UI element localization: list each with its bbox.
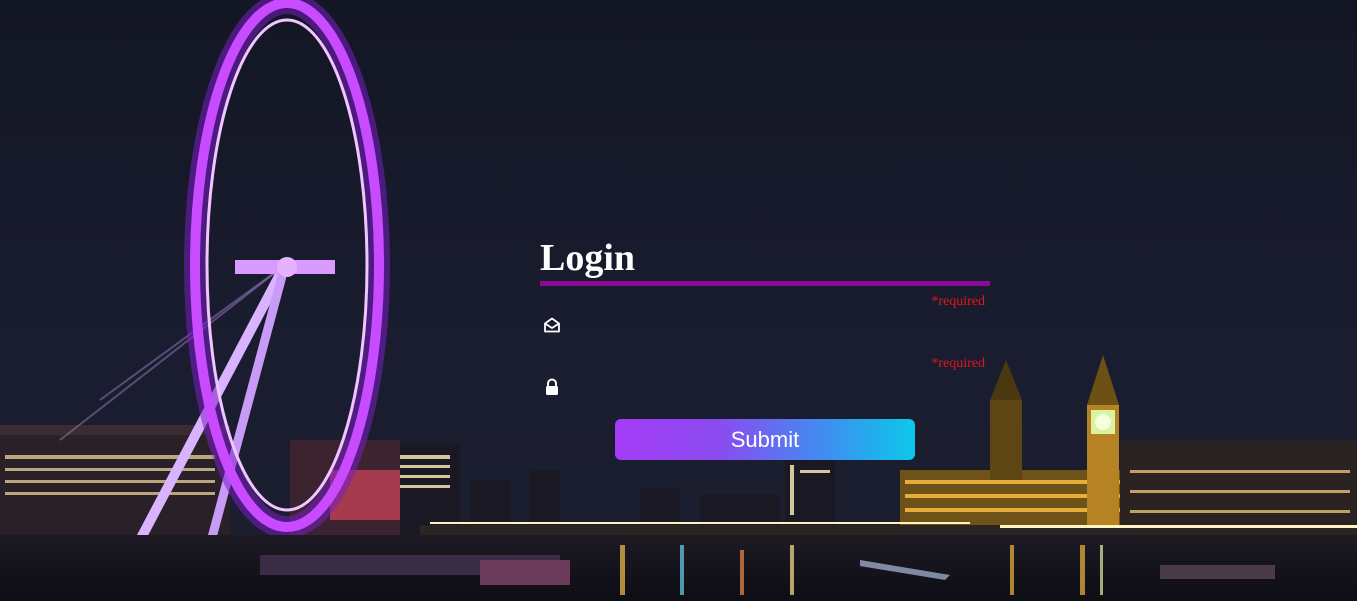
email-field-row: *required	[540, 286, 994, 348]
email-input[interactable]	[570, 310, 994, 340]
password-input[interactable]	[570, 372, 994, 402]
submit-button[interactable]: Submit	[615, 419, 915, 460]
login-panel: Login *required *required	[540, 236, 994, 410]
password-field-row: *required	[540, 348, 994, 410]
envelope-open-icon	[544, 317, 560, 333]
login-title: Login	[540, 237, 636, 279]
lock-icon	[546, 378, 558, 395]
email-required-label: *required	[931, 294, 985, 309]
password-required-label: *required	[931, 356, 985, 371]
